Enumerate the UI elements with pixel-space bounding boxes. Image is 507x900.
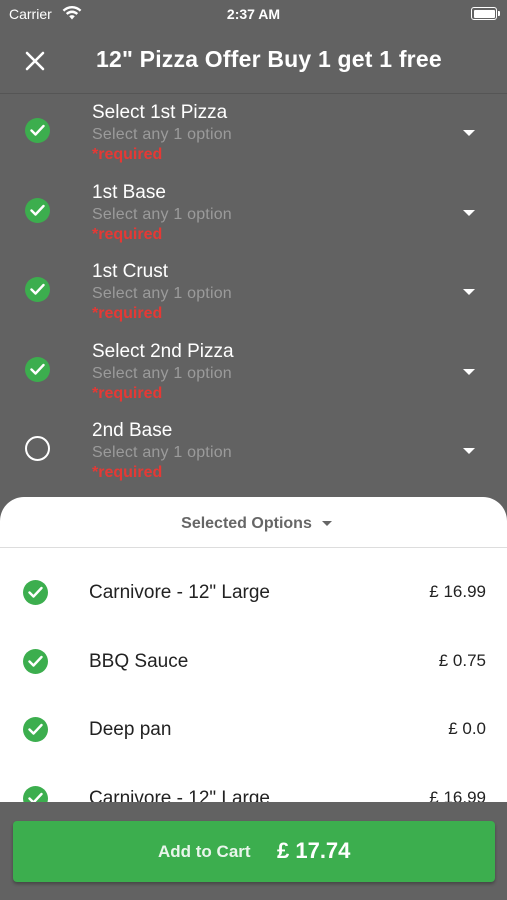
caret-down-icon[interactable] xyxy=(463,209,475,216)
caret-down-icon[interactable] xyxy=(463,130,475,136)
selected-options-list: Carnivore - 12" Large £ 16.99 BBQ Sauce … xyxy=(0,548,507,822)
status-bar: Carrier 2:37 AM xyxy=(0,0,507,28)
option-group-subtitle: Select any 1 option xyxy=(92,364,232,382)
caret-down-icon[interactable] xyxy=(463,368,475,375)
caret-down-icon xyxy=(322,521,332,526)
page-title: 12" Pizza Offer Buy 1 get 1 free xyxy=(96,46,442,72)
required-label: *required xyxy=(92,464,163,481)
selected-item: Carnivore - 12" Large £ 16.99 xyxy=(0,548,507,617)
check-circle-icon xyxy=(23,580,48,605)
selected-item-price: £ 0.75 xyxy=(438,650,486,670)
battery-icon xyxy=(471,7,500,20)
required-label: *required xyxy=(92,384,163,402)
option-group-subtitle: Select any 1 option xyxy=(92,205,232,223)
selected-item-name: Carnivore - 12" Large xyxy=(89,582,271,603)
selected-item: Deep pan £ 0.0 xyxy=(0,685,507,754)
check-circle-icon xyxy=(25,277,50,302)
add-to-cart-label: Add to Cart xyxy=(158,842,251,861)
check-circle-icon xyxy=(23,648,48,674)
required-label: *required xyxy=(92,225,163,243)
option-group-2nd-base[interactable]: 2nd Base Select any 1 option *required xyxy=(0,413,507,493)
selected-item-price: £ 16.99 xyxy=(429,582,486,601)
caret-down-icon[interactable] xyxy=(463,289,475,295)
add-to-cart-button[interactable]: Add to Cart £ 17.74 xyxy=(13,821,495,882)
option-group-subtitle: Select any 1 option xyxy=(92,126,232,143)
option-group-2nd-pizza[interactable]: Select 2nd Pizza Select any 1 option *re… xyxy=(0,334,507,414)
option-group-title: Select 2nd Pizza xyxy=(92,340,234,362)
check-circle-icon xyxy=(23,717,48,742)
option-group-title: Select 1st Pizza xyxy=(92,102,228,123)
empty-circle-icon xyxy=(25,436,50,461)
check-circle-icon xyxy=(25,356,50,382)
option-group-1st-pizza[interactable]: Select 1st Pizza Select any 1 option *re… xyxy=(0,95,507,175)
selected-item-name: Deep pan xyxy=(89,719,172,740)
cart-total: £ 17.74 xyxy=(277,838,351,863)
header: 12" Pizza Offer Buy 1 get 1 free xyxy=(0,28,507,94)
option-group-title: 2nd Base xyxy=(92,420,173,441)
selected-item-name: BBQ Sauce xyxy=(89,650,189,672)
selected-item-price: £ 0.0 xyxy=(448,719,486,738)
required-label: *required xyxy=(92,305,163,322)
option-group-1st-crust[interactable]: 1st Crust Select any 1 option *required xyxy=(0,254,507,334)
selected-item: BBQ Sauce £ 0.75 xyxy=(0,617,507,686)
caret-down-icon[interactable] xyxy=(463,448,475,454)
option-group-subtitle: Select any 1 option xyxy=(92,444,232,461)
option-group-title: 1st Crust xyxy=(92,261,169,282)
option-group-list: Select 1st Pizza Select any 1 option *re… xyxy=(0,95,507,493)
required-label: *required xyxy=(92,146,163,163)
selected-options-toggle[interactable]: Selected Options xyxy=(0,497,507,548)
selected-options-title: Selected Options xyxy=(181,515,312,532)
cart-footer: Add to Cart £ 17.74 xyxy=(0,802,507,900)
check-circle-icon xyxy=(25,118,50,143)
option-group-title: 1st Base xyxy=(92,181,166,203)
status-time: 2:37 AM xyxy=(226,6,281,22)
option-group-subtitle: Select any 1 option xyxy=(92,285,232,302)
check-circle-icon xyxy=(25,197,50,223)
option-group-1st-base[interactable]: 1st Base Select any 1 option *required xyxy=(0,175,507,255)
close-icon[interactable] xyxy=(22,48,48,74)
